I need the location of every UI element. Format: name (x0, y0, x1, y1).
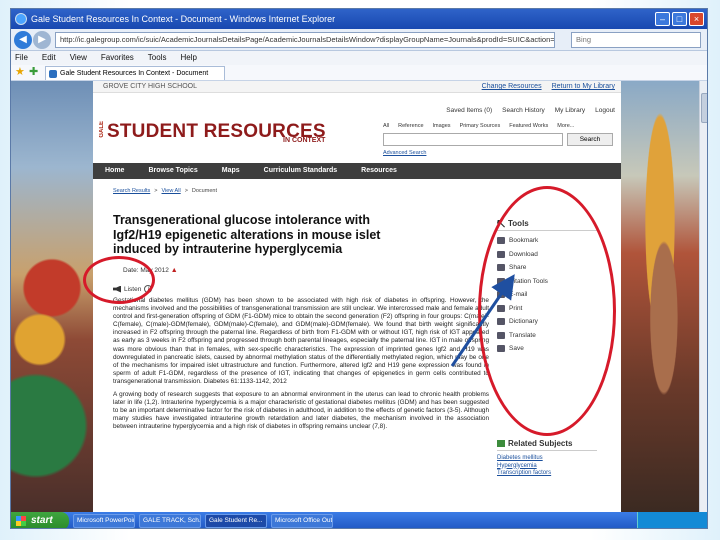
gale-logo: GALE (99, 121, 105, 138)
scrollbar-thumb[interactable] (701, 93, 707, 123)
related-icon (497, 440, 505, 447)
window-controls: – □ × (655, 12, 704, 26)
search-tab-more[interactable]: More... (557, 123, 574, 129)
taskbar-item[interactable]: GALE TRACK, Sch... (139, 514, 201, 528)
window-title: Gale Student Resources In Context - Docu… (31, 14, 336, 24)
logout-link[interactable]: Logout (595, 107, 615, 114)
article-title: Transgenerational glucose intolerance wi… (113, 213, 381, 256)
menu-view[interactable]: View (70, 51, 87, 65)
nav-home[interactable]: Home (93, 163, 136, 179)
annotation-circle-tools (478, 186, 616, 436)
nav-resources[interactable]: Resources (349, 163, 409, 179)
school-strip: GROVE CITY HIGH SCHOOL Change Resources … (93, 81, 621, 93)
breadcrumb-search-results[interactable]: Search Results (113, 188, 150, 194)
back-button[interactable]: ◀ (14, 31, 32, 49)
saved-items-link[interactable]: Saved Items (0) (446, 107, 492, 114)
advanced-search-link[interactable]: Advanced Search (383, 150, 426, 156)
article-paragraph: Gestational diabetes mellitus (GDM) has … (113, 297, 489, 385)
search-tab-featured[interactable]: Featured Works (509, 123, 548, 129)
search-tab-all[interactable]: All (383, 123, 389, 129)
start-button[interactable]: start (11, 512, 69, 528)
breadcrumb-sep: > (184, 188, 188, 194)
forward-button[interactable]: ▶ (33, 31, 51, 49)
address-input[interactable]: http://ic.galegroup.com/ic/suic/Academic… (55, 32, 555, 48)
menu-edit[interactable]: Edit (42, 51, 56, 65)
search-tab-primary[interactable]: Primary Sources (460, 123, 501, 129)
nav-maps[interactable]: Maps (210, 163, 252, 179)
left-decorative-image (11, 81, 93, 512)
add-favorite-icon[interactable]: ✚ (29, 67, 41, 79)
search-tab-images[interactable]: Images (433, 123, 451, 129)
breadcrumb-sep: > (154, 188, 158, 194)
flag-icon[interactable]: ▲ (171, 267, 178, 274)
slide: Gale Student Resources In Context - Docu… (0, 0, 720, 540)
my-library-link[interactable]: My Library (555, 107, 585, 114)
article-body: Gestational diabetes mellitus (GDM) has … (113, 297, 489, 437)
article-paragraph: A growing body of research suggests that… (113, 391, 489, 431)
browser-tab[interactable]: Gale Student Resources In Context - Docu… (45, 66, 225, 80)
ie-logo-icon (15, 13, 27, 25)
favorites-bar: ★ ✚ Gale Student Resources In Context - … (11, 65, 707, 81)
user-links: Saved Items (0) Search History My Librar… (446, 107, 615, 114)
search-tabs: All Reference Images Primary Sources Fea… (383, 123, 574, 129)
breadcrumb-view-all[interactable]: View All (162, 188, 181, 194)
taskbar-item[interactable]: Microsoft PowerPoint (73, 514, 135, 528)
taskbar-item[interactable]: Gale Student Re... (205, 514, 267, 528)
school-name: GROVE CITY HIGH SCHOOL (103, 83, 197, 90)
vertical-scrollbar[interactable] (699, 81, 707, 512)
annotation-circle-listen (83, 256, 155, 304)
menu-tools[interactable]: Tools (148, 51, 167, 65)
related-subjects: Related Subjects Diabetes mellitus Hyper… (497, 439, 597, 478)
breadcrumb: Search Results > View All > Document (113, 188, 217, 194)
nav-curriculum-standards[interactable]: Curriculum Standards (252, 163, 350, 179)
menu-bar: File Edit View Favorites Tools Help (11, 51, 707, 65)
related-header: Related Subjects (497, 439, 597, 451)
related-link[interactable]: Hyperglycemia (497, 463, 597, 471)
address-bar: ◀ ▶ http://ic.galegroup.com/ic/suic/Acad… (11, 29, 707, 51)
system-tray (637, 512, 707, 528)
related-header-label: Related Subjects (508, 439, 573, 448)
title-bar: Gale Student Resources In Context - Docu… (11, 9, 707, 29)
nav-browse-topics[interactable]: Browse Topics (136, 163, 209, 179)
search-history-link[interactable]: Search History (502, 107, 545, 114)
change-resources-link[interactable]: Change Resources (482, 81, 542, 93)
search-tab-reference[interactable]: Reference (398, 123, 423, 129)
site-header: Saved Items (0) Search History My Librar… (93, 93, 621, 163)
menu-help[interactable]: Help (180, 51, 196, 65)
favorites-star-icon[interactable]: ★ (15, 67, 27, 79)
browser-search-input[interactable]: Bing (571, 32, 701, 48)
right-decorative-image (621, 81, 699, 512)
taskbar: start Microsoft PowerPoint GALE TRACK, S… (11, 512, 707, 528)
breadcrumb-document: Document (191, 188, 217, 194)
close-button[interactable]: × (689, 12, 704, 26)
related-link[interactable]: Diabetes mellitus (497, 455, 597, 463)
taskbar-item[interactable]: Microsoft Office Outl... (271, 514, 333, 528)
minimize-button[interactable]: – (655, 12, 670, 26)
related-link[interactable]: Transcription factors (497, 470, 597, 478)
menu-file[interactable]: File (15, 51, 28, 65)
site-search-input[interactable] (383, 133, 563, 146)
return-library-link[interactable]: Return to My Library (552, 81, 615, 93)
menu-favorites[interactable]: Favorites (101, 51, 134, 65)
maximize-button[interactable]: □ (672, 12, 687, 26)
main-nav: Home Browse Topics Maps Curriculum Stand… (93, 163, 621, 179)
site-logo-sub: IN CONTEXT (283, 137, 326, 144)
site-search-button[interactable]: Search (567, 133, 613, 146)
